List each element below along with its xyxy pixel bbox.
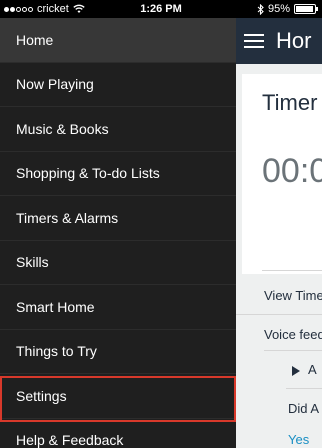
play-row-label: A [308, 362, 317, 377]
bluetooth-icon [257, 3, 264, 15]
voice-feedback-label: Voice feed [264, 327, 322, 342]
timer-display: 00:0 [262, 152, 322, 190]
menu-item-label: Settings [16, 387, 67, 404]
menu-item-label: Music & Books [16, 120, 109, 137]
menu-item-label: Things to Try [16, 343, 97, 360]
signal-strength-icon [4, 6, 33, 12]
menu-item-label: Skills [16, 254, 49, 271]
menu-item-music-books[interactable]: Music & Books [0, 107, 236, 152]
status-right: 95% [257, 3, 318, 15]
menu-item-label: Now Playing [16, 76, 94, 93]
timer-card: Timer 00:0 [242, 74, 322, 274]
menu-item-label: Timers & Alarms [16, 209, 119, 226]
did-row-label: Did A [288, 401, 320, 416]
divider [236, 314, 322, 315]
battery-fill [296, 6, 314, 12]
menu-item-label: Home [16, 31, 54, 48]
content-area: Hor Timer 00:0 View Time Voice feed A Di… [236, 18, 322, 448]
menu-item-smart-home[interactable]: Smart Home [0, 285, 236, 330]
status-left: cricket [4, 3, 85, 15]
menu-item-help-feedback[interactable]: Help & Feedback [0, 419, 236, 448]
hamburger-menu-icon[interactable] [244, 34, 264, 48]
divider [286, 388, 322, 389]
play-row[interactable]: A [292, 362, 317, 377]
battery-percent: 95% [267, 3, 290, 15]
side-menu: Home Now Playing Music & Books Shopping … [0, 18, 236, 448]
menu-item-shopping-lists[interactable]: Shopping & To-do Lists [0, 152, 236, 196]
card-title: Timer [262, 90, 318, 115]
menu-item-label: Shopping & To-do Lists [16, 165, 160, 182]
page-title: Hor [276, 28, 312, 53]
play-icon [292, 365, 300, 376]
menu-item-now-playing[interactable]: Now Playing [0, 63, 236, 107]
menu-item-home[interactable]: Home [0, 18, 236, 63]
view-timers-link[interactable]: View Time [264, 288, 322, 303]
status-bar: cricket 1:26 PM 95% [0, 0, 322, 18]
battery-icon [294, 4, 318, 14]
menu-item-skills[interactable]: Skills [0, 241, 236, 285]
wifi-icon [73, 4, 85, 13]
yes-link[interactable]: Yes [288, 432, 309, 447]
divider [262, 270, 322, 271]
app-header: Hor [236, 18, 322, 64]
menu-item-things-to-try[interactable]: Things to Try [0, 330, 236, 374]
menu-item-timers-alarms[interactable]: Timers & Alarms [0, 196, 236, 241]
menu-item-label: Smart Home [16, 298, 95, 315]
carrier-name: cricket [37, 3, 69, 15]
menu-item-label: Help & Feedback [16, 432, 124, 448]
divider [264, 350, 322, 351]
menu-item-settings[interactable]: Settings [0, 374, 236, 422]
